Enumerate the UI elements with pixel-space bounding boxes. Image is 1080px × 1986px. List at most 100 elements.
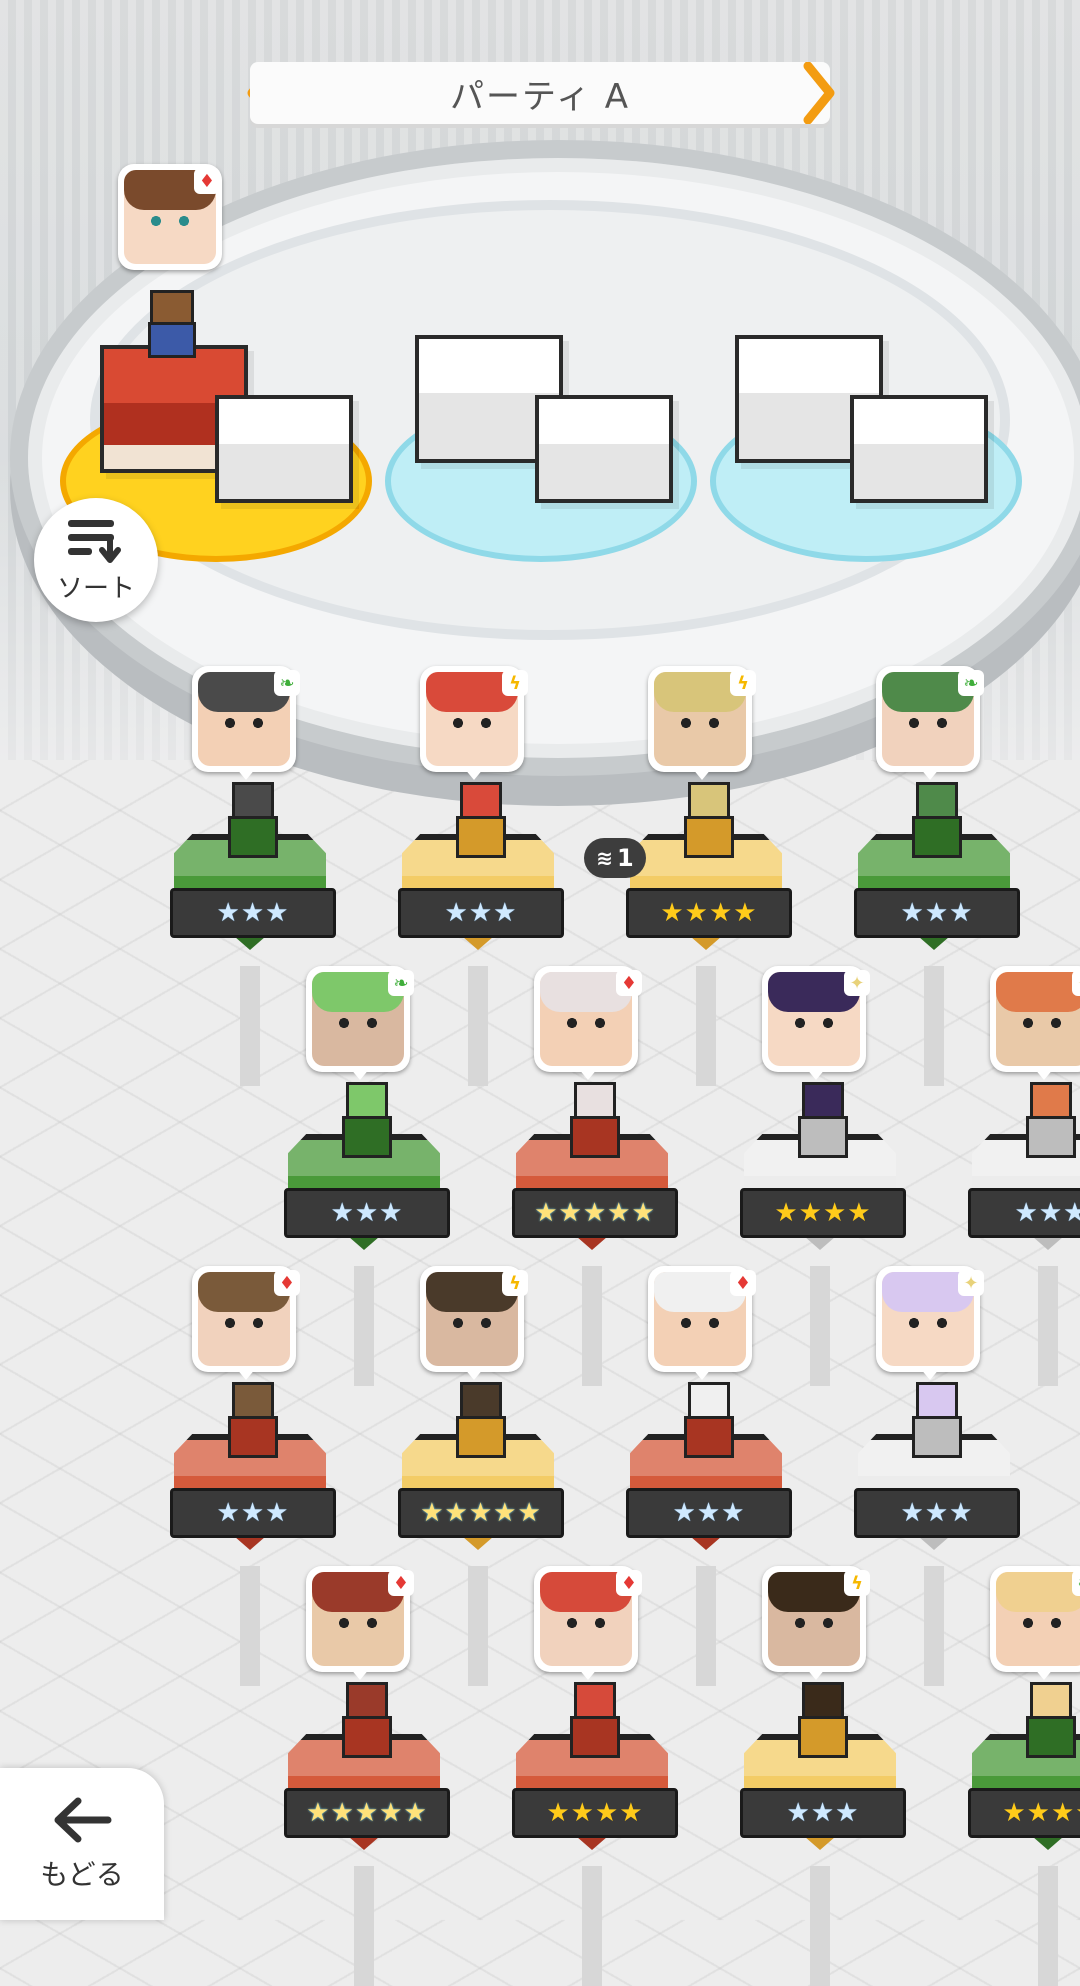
- character-portrait: [990, 966, 1080, 1072]
- pedestal-post: [1038, 1866, 1058, 1986]
- portrait-pointer: [236, 1368, 256, 1380]
- character-unit[interactable]: ϟ ★★★: [398, 666, 564, 1086]
- star-rating: ★★★★: [968, 1788, 1080, 1838]
- star-rating: ★★★: [854, 888, 1020, 938]
- portrait-pointer: [578, 1668, 598, 1680]
- back-button[interactable]: もどる: [0, 1768, 164, 1920]
- pedestal-post: [924, 966, 944, 1086]
- stack-icon: ≋: [596, 846, 614, 870]
- character-sprite: [564, 1682, 620, 1758]
- pedestal-post: [582, 1266, 602, 1386]
- electric-element-icon: ϟ: [502, 1270, 528, 1296]
- pedestal-post: [696, 966, 716, 1086]
- pedestal-post: [924, 1566, 944, 1686]
- character-sprite: [906, 782, 962, 858]
- character-unit[interactable]: ✦ ★★★: [854, 1266, 1020, 1686]
- portrait-pointer: [692, 1368, 712, 1380]
- character-sprite: [1020, 1082, 1076, 1158]
- empty-block: [850, 395, 988, 503]
- character-sprite: [792, 1082, 848, 1158]
- electric-element-icon: ϟ: [502, 670, 528, 696]
- fire-element-icon: ♦: [388, 1570, 414, 1596]
- character-unit[interactable]: ♦ ★★★★: [512, 1566, 678, 1986]
- character-unit[interactable]: ϟ ★★★★: [626, 666, 792, 1086]
- character-unit[interactable]: ❧ ★★★: [284, 966, 450, 1386]
- character-sprite: [336, 1082, 392, 1158]
- duplicate-count: 1: [617, 844, 634, 872]
- star-rating: ★★★: [170, 1488, 336, 1538]
- star-rating: ★★★: [170, 888, 336, 938]
- wind-element-icon: ❧: [958, 670, 984, 696]
- light-element-icon: ✦: [1072, 970, 1080, 996]
- portrait-pointer: [1034, 1068, 1054, 1080]
- character-unit[interactable]: ❧ ★★★: [170, 666, 336, 1086]
- character-sprite: [450, 782, 506, 858]
- pedestal-post: [468, 1566, 488, 1686]
- electric-element-icon: ϟ: [844, 1570, 870, 1596]
- leader-sprite: [140, 290, 200, 358]
- character-unit[interactable]: ♦ ★★★: [626, 1266, 792, 1686]
- star-rating: ★★★: [398, 888, 564, 938]
- star-rating: ★★★: [740, 1788, 906, 1838]
- sort-button[interactable]: ソート: [34, 498, 158, 622]
- star-rating: ★★★★★: [398, 1488, 564, 1538]
- character-unit[interactable]: ♦ ★★★★★: [284, 1566, 450, 1986]
- portrait-pointer: [236, 768, 256, 780]
- pedestal-post: [810, 1266, 830, 1386]
- character-unit[interactable]: ❧ ★★★★: [968, 1566, 1080, 1986]
- character-unit[interactable]: ✦ ★★★: [968, 966, 1080, 1386]
- pedestal-post: [1038, 1266, 1058, 1386]
- fire-element-icon: ♦: [274, 1270, 300, 1296]
- star-rating: ★★★★: [740, 1188, 906, 1238]
- back-label: もどる: [40, 1858, 124, 1891]
- character-unit[interactable]: ♦ ★★★: [170, 1266, 336, 1686]
- party-name-title: パーティ A: [250, 62, 830, 124]
- pedestal-post: [810, 1866, 830, 1986]
- character-sprite: [906, 1382, 962, 1458]
- portrait-pointer: [578, 1068, 598, 1080]
- character-unit[interactable]: ϟ ★★★: [740, 1566, 906, 1986]
- pedestal-post: [240, 1566, 260, 1686]
- light-element-icon: ✦: [844, 970, 870, 996]
- portrait-pointer: [350, 1668, 370, 1680]
- star-rating: ★★★★★: [284, 1788, 450, 1838]
- character-sprite: [1020, 1682, 1076, 1758]
- portrait-pointer: [920, 1368, 940, 1380]
- star-rating: ★★★★: [626, 888, 792, 938]
- character-sprite: [564, 1082, 620, 1158]
- back-arrow-icon: [54, 1797, 112, 1843]
- character-unit[interactable]: ✦ ★★★★: [740, 966, 906, 1386]
- star-rating: ★★★: [968, 1188, 1080, 1238]
- star-rating: ★★★: [284, 1188, 450, 1238]
- character-unit[interactable]: ♦ ★★★★★: [512, 966, 678, 1386]
- portrait-pointer: [692, 768, 712, 780]
- portrait-pointer: [920, 768, 940, 780]
- character-sprite: [336, 1682, 392, 1758]
- next-party-arrow[interactable]: [800, 62, 840, 124]
- character-sprite: [792, 1682, 848, 1758]
- character-portrait: [990, 1566, 1080, 1672]
- sort-label: ソート: [56, 573, 135, 604]
- fire-element-icon: ♦: [730, 1270, 756, 1296]
- portrait-pointer: [350, 1068, 370, 1080]
- fire-element-icon: ♦: [616, 970, 642, 996]
- character-sprite: [678, 782, 734, 858]
- electric-element-icon: ϟ: [730, 670, 756, 696]
- fire-element-icon: ♦: [194, 168, 220, 194]
- duplicate-count-badge: ≋ 1: [584, 838, 646, 878]
- character-unit[interactable]: ϟ ★★★★★: [398, 1266, 564, 1686]
- star-rating: ★★★★: [512, 1788, 678, 1838]
- character-unit[interactable]: ❧ ★★★: [854, 666, 1020, 1086]
- party-leader[interactable]: ♦: [96, 164, 296, 464]
- pedestal-post: [582, 1866, 602, 1986]
- portrait-pointer: [464, 1368, 484, 1380]
- character-sprite: [678, 1382, 734, 1458]
- sort-icon: [68, 519, 121, 563]
- portrait-pointer: [1034, 1668, 1054, 1680]
- pedestal-post: [354, 1266, 374, 1386]
- light-element-icon: ✦: [958, 1270, 984, 1296]
- wind-element-icon: ❧: [1072, 1570, 1080, 1596]
- portrait-pointer: [464, 768, 484, 780]
- portrait-pointer: [806, 1068, 826, 1080]
- wind-element-icon: ❧: [274, 670, 300, 696]
